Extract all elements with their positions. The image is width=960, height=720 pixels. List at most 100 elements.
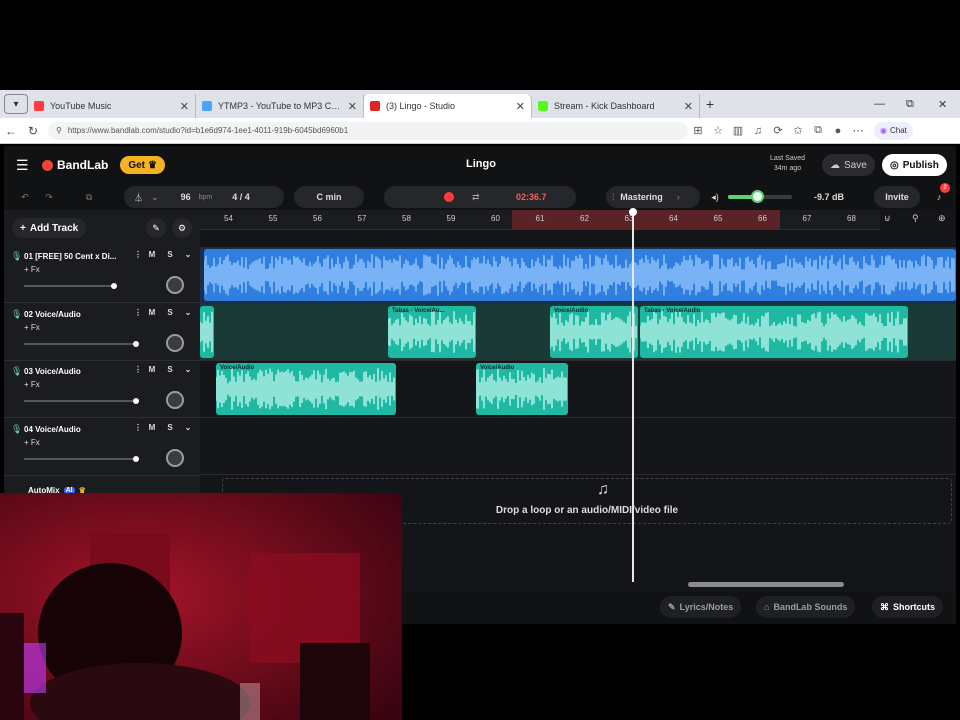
get-membership-button[interactable]: Get ♛ xyxy=(120,156,165,174)
collections-icon[interactable]: ⧉ xyxy=(808,124,828,137)
solo-button[interactable]: S xyxy=(164,365,176,374)
volume-knob[interactable] xyxy=(110,283,117,289)
track-name[interactable]: 02 Voice/Audio xyxy=(24,310,134,319)
track-header[interactable]: 🎙 01 [FREE] 50 Cent x Di... + Fx ⋮ M S ⌄ xyxy=(4,246,200,303)
track-name[interactable]: 04 Voice/Audio xyxy=(24,425,134,434)
track-name[interactable]: 01 [FREE] 50 Cent x Di... xyxy=(24,252,134,261)
favorites-icon[interactable]: ✩ xyxy=(788,124,808,137)
profile-avatar-icon[interactable]: ● xyxy=(828,125,848,137)
tempo-control[interactable]: ⏃ ⌄ 96 bpm 4 / 4 xyxy=(124,186,284,208)
browser-tab[interactable]: YouTube Music ✕ xyxy=(28,94,196,118)
close-window-icon[interactable]: ✕ xyxy=(938,90,947,118)
mute-button[interactable]: M xyxy=(146,308,158,317)
browser-tab-active[interactable]: (3) Lingo - Studio ✕ xyxy=(364,94,532,118)
chevron-down-icon[interactable]: ⌄ xyxy=(151,192,159,203)
volume-knob[interactable] xyxy=(132,398,139,404)
add-fx-button[interactable]: + Fx xyxy=(24,438,40,447)
playhead[interactable] xyxy=(629,208,637,582)
pan-knob[interactable] xyxy=(166,276,184,294)
refresh-extension-icon[interactable]: ⟳ xyxy=(768,124,788,137)
metronome-icon[interactable]: ⏃ xyxy=(134,191,143,204)
horizontal-scrollbar[interactable] xyxy=(688,582,844,587)
add-fx-button[interactable]: + Fx xyxy=(24,323,40,332)
time-signature[interactable]: 4 / 4 xyxy=(232,192,250,202)
add-fx-button[interactable]: + Fx xyxy=(24,380,40,389)
url-field[interactable]: ⚲ https://www.bandlab.com/studio?id=b1e6… xyxy=(48,121,688,140)
tab-actions-button[interactable]: ▾ xyxy=(4,94,28,114)
track-volume-slider[interactable] xyxy=(24,398,139,404)
pan-knob[interactable] xyxy=(166,333,184,352)
zoom-out-icon[interactable]: ⚲ xyxy=(912,213,919,224)
add-fx-button[interactable]: + Fx xyxy=(24,265,40,274)
close-tab-icon[interactable]: ✕ xyxy=(516,100,525,113)
favorite-star-icon[interactable]: ☆ xyxy=(708,124,728,137)
solo-button[interactable]: S xyxy=(164,423,176,432)
mute-button[interactable]: M xyxy=(146,423,158,432)
kebab-menu-icon[interactable]: ⋮ xyxy=(132,365,144,374)
tempo-value[interactable]: 96 xyxy=(181,192,191,202)
loop-region[interactable] xyxy=(512,210,780,230)
master-volume-knob[interactable] xyxy=(750,190,764,203)
audio-clip[interactable]: Tabas · Voice/Audio xyxy=(640,306,908,358)
browser-tab[interactable]: Stream - Kick Dashboard ✕ xyxy=(532,94,700,118)
invite-button[interactable]: Invite xyxy=(874,186,920,208)
kebab-menu-icon[interactable]: ⋮ xyxy=(132,250,144,259)
kebab-menu-icon[interactable]: ⋮ xyxy=(132,308,144,317)
chevron-down-icon[interactable]: ⌄ xyxy=(182,365,194,374)
audio-clip[interactable] xyxy=(204,249,956,301)
track-volume-slider[interactable] xyxy=(24,283,117,289)
zoom-in-icon[interactable]: ⊕ xyxy=(938,213,946,224)
chevron-down-icon[interactable]: ⌄ xyxy=(182,423,194,432)
record-icon[interactable] xyxy=(444,192,454,202)
track-lane[interactable] xyxy=(200,418,956,475)
restore-icon[interactable]: ⧉ xyxy=(906,90,914,118)
close-tab-icon[interactable]: ✕ xyxy=(180,100,189,113)
chevron-down-icon[interactable]: ⌄ xyxy=(182,250,194,259)
audio-clip[interactable]: Tabas · Voice/Au... xyxy=(388,306,476,358)
reading-view-icon[interactable]: ▥ xyxy=(728,124,748,137)
kebab-menu-icon[interactable]: ⋮ xyxy=(132,423,144,432)
copilot-chat-button[interactable]: ◉ Chat xyxy=(874,121,913,140)
track-name[interactable]: 03 Voice/Audio xyxy=(24,367,134,376)
speaker-icon[interactable]: ◂) xyxy=(704,186,726,208)
new-tab-icon[interactable]: + xyxy=(700,96,720,112)
volume-knob[interactable] xyxy=(132,340,139,347)
key-selector[interactable]: C min xyxy=(294,186,364,208)
track-volume-slider[interactable] xyxy=(24,455,139,462)
timeline-ruler[interactable]: 54 55 56 57 58 59 60 61 62 63 64 65 66 67 68 xyxy=(200,210,880,230)
add-track-button[interactable]: + Add Track xyxy=(12,218,87,238)
track-header[interactable]: 🎙 03 Voice/Audio + Fx ⋮ M S ⌄ xyxy=(4,361,200,418)
magnet-snap-icon[interactable]: ⊍ xyxy=(884,213,891,224)
site-info-icon[interactable]: ⚲ xyxy=(56,126,62,135)
undo-icon[interactable]: ↶ xyxy=(12,186,38,208)
track-settings-icon[interactable]: ⚙ xyxy=(172,218,192,238)
solo-button[interactable]: S xyxy=(164,250,176,259)
shortcuts-button[interactable]: ⌘ Shortcuts xyxy=(872,596,944,618)
back-icon[interactable]: ← xyxy=(0,124,22,138)
menu-hamburger-icon[interactable]: ☰ xyxy=(16,157,32,174)
more-menu-icon[interactable]: ⋯ xyxy=(848,124,868,137)
copy-icon[interactable]: ⧉ xyxy=(76,186,102,208)
track-header[interactable]: 🎙 04 Voice/Audio + Fx ⋮ M S ⌄ xyxy=(4,419,200,476)
mute-button[interactable]: M xyxy=(146,250,158,259)
redo-icon[interactable]: ↷ xyxy=(36,186,62,208)
publish-button[interactable]: ◎ Publish xyxy=(882,154,947,176)
pan-knob[interactable] xyxy=(166,391,184,409)
audio-clip[interactable] xyxy=(200,306,214,358)
reload-icon[interactable]: ↻ xyxy=(22,124,44,138)
mastering-button[interactable]: ⫶ Mastering › xyxy=(606,186,700,208)
close-tab-icon[interactable]: ✕ xyxy=(348,100,357,113)
mute-button[interactable]: M xyxy=(146,365,158,374)
track-volume-slider[interactable] xyxy=(24,340,139,347)
browser-tab[interactable]: YTMP3 - YouTube to MP3 Conver ✕ xyxy=(196,94,364,118)
extension-icon[interactable]: ⊞ xyxy=(688,124,708,137)
notifications-bell-icon[interactable]: ♫ xyxy=(748,125,768,137)
volume-knob[interactable] xyxy=(132,455,139,462)
close-tab-icon[interactable]: ✕ xyxy=(684,100,693,113)
chevron-down-icon[interactable]: ⌄ xyxy=(182,308,194,317)
pan-knob[interactable] xyxy=(166,448,184,467)
project-title[interactable]: Lingo xyxy=(466,158,496,170)
save-button[interactable]: ☁ Save xyxy=(822,154,875,176)
audio-clip[interactable]: Voice/Audio xyxy=(216,363,396,415)
audio-clip[interactable]: Voice/Audio xyxy=(550,306,638,358)
